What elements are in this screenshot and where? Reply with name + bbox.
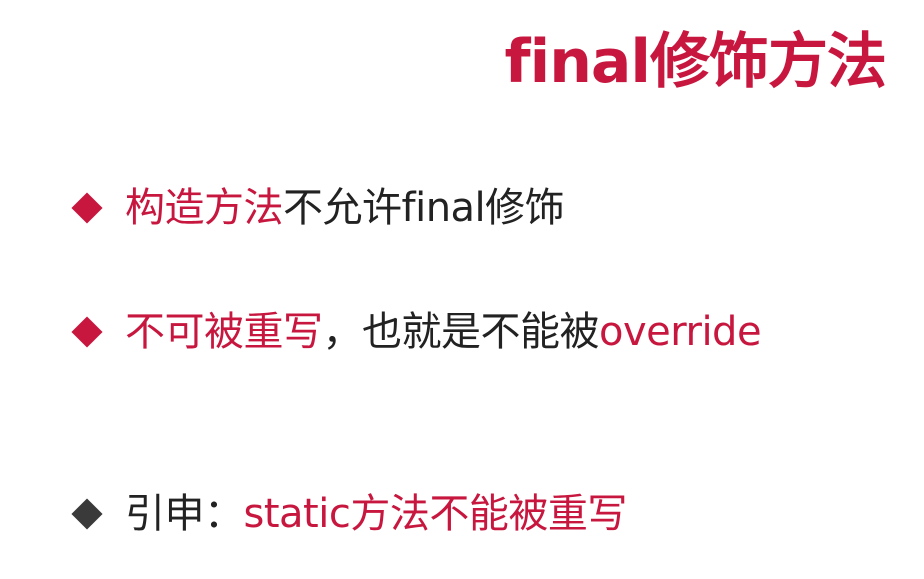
bullet-text: 构造方法不允许final修饰 — [125, 185, 565, 231]
bullet-highlight: 不可被重写 — [125, 309, 323, 355]
bullet-item-constructor: 构造方法不允许final修饰 — [70, 185, 565, 231]
bullet-rest: 不允许final修饰 — [283, 185, 565, 231]
bullet-lead: 引申： — [125, 491, 244, 537]
bullet-item-no-override: 不可被重写，也就是不能被override — [70, 309, 762, 355]
diamond-bullet-icon — [71, 316, 103, 348]
diamond-bullet-icon — [71, 498, 103, 530]
bullet-highlight: static方法不能被重写 — [243, 491, 628, 537]
bullet-item-static: 引申：static方法不能被重写 — [70, 494, 627, 534]
diamond-bullet-icon — [71, 192, 103, 224]
bullet-middle: ，也就是不能被 — [322, 309, 600, 355]
slide-title: final修饰方法 — [504, 27, 887, 97]
bullet-highlight: 构造方法 — [125, 185, 284, 231]
bullet-text: 不可被重写，也就是不能被override — [125, 309, 762, 355]
bullet-highlight-override: override — [599, 309, 762, 355]
bullet-text: 引申：static方法不能被重写 — [125, 494, 627, 534]
